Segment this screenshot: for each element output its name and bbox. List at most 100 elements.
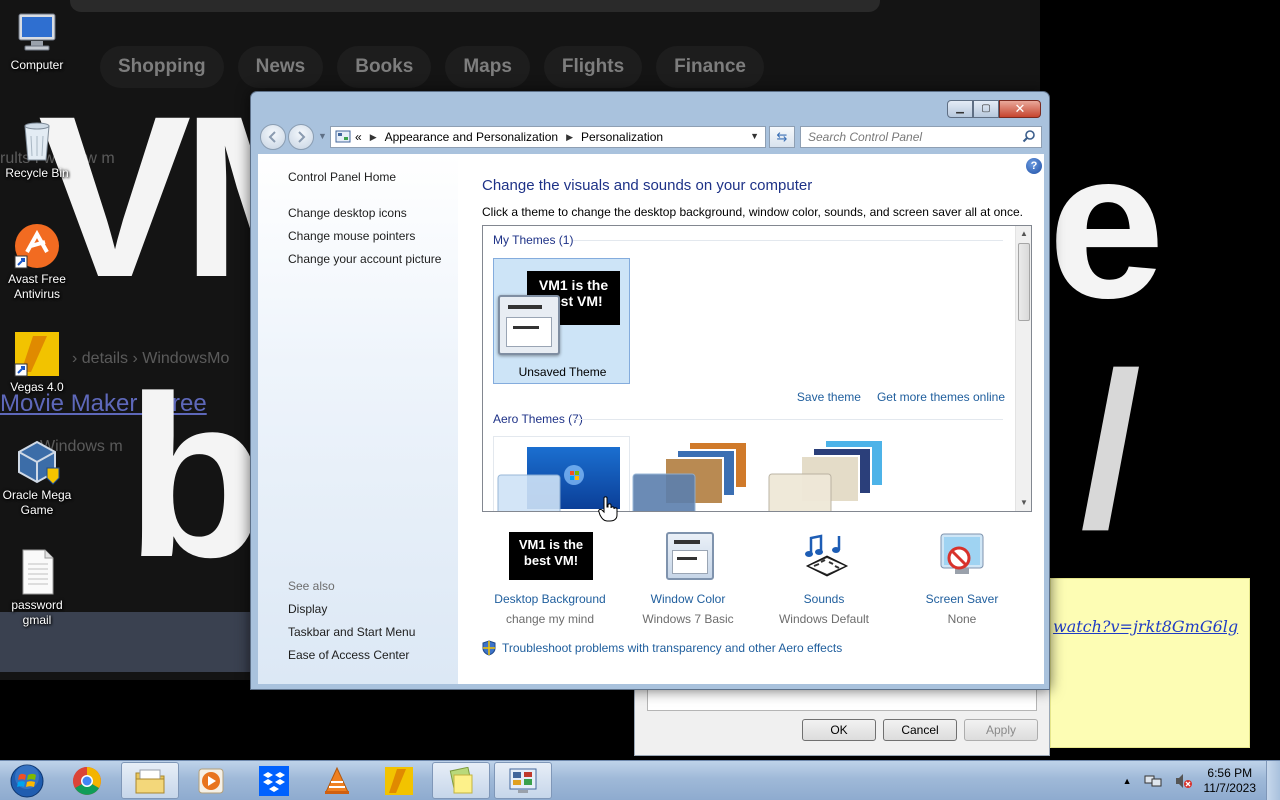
main-content: ? Change the visuals and sounds on your … [458,154,1044,684]
taskbar-chrome[interactable] [58,762,116,799]
group-divider [573,419,1003,420]
taskbar-media-player[interactable] [182,762,240,799]
screen-saver-icon-graphic [940,533,984,574]
screen-saver-link[interactable]: Screen Saver [892,592,1032,606]
sidebar-change-desktop-icons[interactable]: Change desktop icons [288,206,407,220]
recycle-bin-icon [24,122,50,161]
maximize-button[interactable]: ▢ [973,100,999,118]
show-hidden-icons-icon[interactable]: ▲ [1123,776,1132,786]
save-theme-link[interactable]: Save theme [797,390,861,404]
scroll-up-icon[interactable]: ▲ [1016,226,1031,242]
ok-button[interactable]: OK [802,719,876,741]
screen-saver-setting[interactable]: Screen Saver None [892,532,1032,626]
desktop-background-thumbnail: VM1 is the best VM! [509,532,593,580]
taskbar-dropbox[interactable] [245,762,303,799]
aero-themes-header: Aero Themes (7) [493,412,583,426]
desktop-icon-label: Vegas 4.0 [10,380,64,394]
troubleshoot-link[interactable]: Troubleshoot problems with transparency … [502,641,842,655]
sounds-value: Windows Default [778,612,870,626]
sticky-note-link[interactable]: watch?v=jrkt8GmG6lg [1053,617,1238,636]
breadcrumb-personalization[interactable]: Personalization [581,130,663,144]
vegas-icon [385,766,413,795]
virtualbox-icon [18,440,60,485]
desktop-icon-label: Recycle Bin [5,166,69,180]
search-input[interactable]: Search Control Panel [800,126,1042,148]
show-desktop-button[interactable] [1266,761,1280,800]
theme-thumbnail-window [498,295,560,355]
characters-theme-thumbnail [768,439,884,511]
sticky-note[interactable]: watch?v=jrkt8GmG6lg [1050,578,1250,748]
address-bar[interactable]: « ▶ Appearance and Personalization ▶ Per… [330,126,766,148]
breadcrumb-appearance[interactable]: Appearance and Personalization [385,130,558,144]
volume-muted-icon[interactable] [1174,773,1192,789]
background-search-bar [70,0,880,12]
forward-button[interactable] [288,124,314,150]
thumbnail-pane [506,317,552,347]
window-color-link[interactable]: Window Color [618,592,758,606]
sounds-setting[interactable]: Sounds Windows Default [754,532,894,626]
scroll-down-icon[interactable]: ▼ [1016,495,1031,511]
desktop-icon-vegas[interactable]: Vegas 4.0 [0,330,74,395]
sidebar-change-mouse-pointers[interactable]: Change mouse pointers [288,229,415,243]
taskbar-explorer[interactable] [121,762,179,799]
search-icon[interactable] [1022,129,1036,143]
address-dropdown-icon[interactable]: ▼ [750,131,759,141]
desktop-icon-avast[interactable]: Avast Free Antivirus [0,222,74,302]
theme-list[interactable]: My Themes (1) VM1 is the best VM! Unsave… [482,225,1032,512]
window-color-setting[interactable]: Window Color Windows 7 Basic [618,532,758,626]
forward-arrow-icon [298,131,306,143]
sidebar-taskbar-start-menu[interactable]: Taskbar and Start Menu [288,625,415,639]
taskbar-clock[interactable]: 6:56 PM 11/7/2023 [1204,766,1257,796]
address-prefix[interactable]: « [355,130,362,144]
get-more-themes-link[interactable]: Get more themes online [877,390,1005,404]
help-button[interactable]: ? [1026,158,1042,174]
window-color-thumbnail [666,532,714,580]
vegas-icon [14,332,59,377]
thumbnail-bar [677,557,697,560]
dropbox-icon [259,765,289,796]
background-browser-tab: Flights [543,46,643,88]
my-themes-header: My Themes (1) [493,233,574,247]
start-button[interactable] [4,762,50,800]
desktop-background-value: change my mind [505,612,595,626]
theme-list-scrollbar[interactable]: ▲ ▼ [1015,226,1031,511]
desktop-icon-password-file[interactable]: password gmail [0,548,74,628]
personalization-window: ▁ ▢ ✕ ▼ « ▶ Appearance and Personalizati… [250,91,1050,690]
wallpaper-text: e [1048,107,1165,342]
taskbar-vlc[interactable] [308,762,366,799]
desktop-icon-recycle-bin[interactable]: Recycle Bin [0,116,74,181]
close-button[interactable]: ✕ [999,100,1041,118]
navigation-bar: ▼ « ▶ Appearance and Personalization ▶ P… [259,124,1043,150]
taskbar-sticky-notes[interactable] [432,762,490,799]
sidebar-display[interactable]: Display [288,602,327,616]
desktop-background-setting[interactable]: VM1 is the best VM! Desktop Background c… [480,532,620,626]
refresh-icon: ⇆ [776,129,788,144]
thumbnail-bar [674,540,700,544]
back-button[interactable] [260,124,286,150]
minimize-button[interactable]: ▁ [947,100,973,118]
taskbar: ▲ 6:56 PM 11/7/2023 [0,760,1280,800]
computer-icon [18,13,56,51]
sidebar-control-panel-home[interactable]: Control Panel Home [288,170,396,184]
sidebar-change-account-picture[interactable]: Change your account picture [288,252,441,266]
sidebar-ease-of-access[interactable]: Ease of Access Center [288,648,409,662]
theme-unsaved[interactable]: VM1 is the best VM! Unsaved Theme [493,258,630,384]
scrollbar-thumb[interactable] [1018,243,1030,321]
thumbnail-bar [508,305,542,309]
page-subtitle: Click a theme to change the desktop back… [482,205,1023,219]
recent-pages-dropdown[interactable]: ▼ [318,131,327,141]
taskbar-vegas[interactable] [370,762,428,799]
theme-architecture[interactable] [629,436,766,511]
sounds-link[interactable]: Sounds [754,592,894,606]
desktop-background-link[interactable]: Desktop Background [480,592,620,606]
theme-characters[interactable] [765,436,902,511]
breadcrumb-separator[interactable]: ▶ [566,132,573,143]
window-client-area: Control Panel Home Change desktop icons … [258,154,1044,684]
cancel-button[interactable]: Cancel [883,719,957,741]
desktop-icon-computer[interactable]: Computer [0,8,74,73]
taskbar-control-panel[interactable] [494,762,552,799]
clock-time: 6:56 PM [1207,766,1253,780]
refresh-button[interactable]: ⇆ [769,126,795,148]
network-icon[interactable] [1144,773,1162,789]
desktop-icon-oracle[interactable]: Oracle Mega Game [0,438,74,518]
